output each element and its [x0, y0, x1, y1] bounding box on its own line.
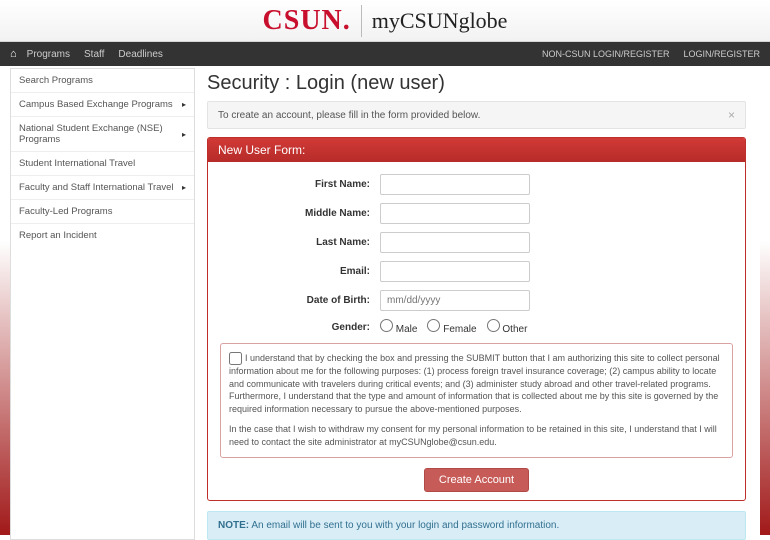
- first-name-input[interactable]: [380, 174, 530, 195]
- main-content: Security : Login (new user) To create an…: [195, 66, 760, 540]
- dob-input[interactable]: [380, 290, 530, 311]
- first-name-label: First Name:: [220, 179, 380, 190]
- gender-label: Gender:: [220, 322, 380, 333]
- sidebar-item-faculty-led[interactable]: Faculty-Led Programs: [11, 200, 194, 224]
- last-name-label: Last Name:: [220, 237, 380, 248]
- consent-text-2: In the case that I wish to withdraw my c…: [229, 423, 724, 448]
- info-alert: To create an account, please fill in the…: [207, 101, 746, 129]
- top-nav: ⌂ Programs Staff Deadlines NON-CSUN LOGI…: [0, 42, 770, 66]
- note-text: An email will be sent to you with your l…: [249, 520, 559, 531]
- middle-name-input[interactable]: [380, 203, 530, 224]
- gender-other-radio[interactable]: [487, 319, 500, 332]
- nav-noncsun-login[interactable]: NON-CSUN LOGIN/REGISTER: [542, 49, 670, 59]
- left-sidebar: Search Programs Campus Based Exchange Pr…: [10, 68, 195, 540]
- consent-text-1: I understand that by checking the box an…: [229, 353, 720, 414]
- sidebar-item-student-travel[interactable]: Student International Travel: [11, 152, 194, 176]
- chevron-right-icon: ▸: [182, 100, 186, 109]
- nav-programs[interactable]: Programs: [27, 49, 70, 60]
- chevron-right-icon: ▸: [182, 183, 186, 192]
- email-input[interactable]: [380, 261, 530, 282]
- sidebar-item-report-incident[interactable]: Report an Incident: [11, 224, 194, 247]
- close-icon[interactable]: ×: [728, 108, 735, 122]
- gender-female-radio[interactable]: [427, 319, 440, 332]
- logo-csun: CSUN.: [263, 5, 351, 37]
- nav-staff[interactable]: Staff: [84, 49, 104, 60]
- dob-label: Date of Birth:: [220, 295, 380, 306]
- nav-login-register[interactable]: LOGIN/REGISTER: [683, 49, 760, 59]
- create-account-button[interactable]: Create Account: [424, 468, 529, 492]
- gender-other-label: Other: [502, 324, 527, 335]
- gender-female-label: Female: [443, 324, 476, 335]
- sidebar-item-search-programs[interactable]: Search Programs: [11, 69, 194, 93]
- last-name-input[interactable]: [380, 232, 530, 253]
- site-header: CSUN. myCSUNglobe: [0, 0, 770, 42]
- logo-divider: [361, 5, 362, 37]
- consent-checkbox[interactable]: [229, 352, 242, 365]
- consent-box: I understand that by checking the box an…: [220, 343, 733, 458]
- logo-mycsunglobe: myCSUNglobe: [372, 8, 508, 34]
- email-label: Email:: [220, 266, 380, 277]
- sidebar-item-campus-exchange[interactable]: Campus Based Exchange Programs▸: [11, 93, 194, 117]
- page-title: Security : Login (new user): [207, 72, 746, 95]
- new-user-panel: New User Form: First Name: Middle Name: …: [207, 137, 746, 501]
- gender-male-label: Male: [396, 324, 418, 335]
- note-label: NOTE:: [218, 520, 249, 531]
- home-icon[interactable]: ⌂: [10, 48, 17, 60]
- panel-title: New User Form:: [208, 138, 745, 162]
- chevron-right-icon: ▸: [182, 130, 186, 139]
- sidebar-item-nse-programs[interactable]: National Student Exchange (NSE) Programs…: [11, 117, 194, 152]
- middle-name-label: Middle Name:: [220, 208, 380, 219]
- sidebar-item-faculty-staff-travel[interactable]: Faculty and Staff International Travel▸: [11, 176, 194, 200]
- alert-text: To create an account, please fill in the…: [218, 110, 480, 121]
- gender-male-radio[interactable]: [380, 319, 393, 332]
- nav-deadlines[interactable]: Deadlines: [118, 49, 162, 60]
- note-box: NOTE: An email will be sent to you with …: [207, 511, 746, 540]
